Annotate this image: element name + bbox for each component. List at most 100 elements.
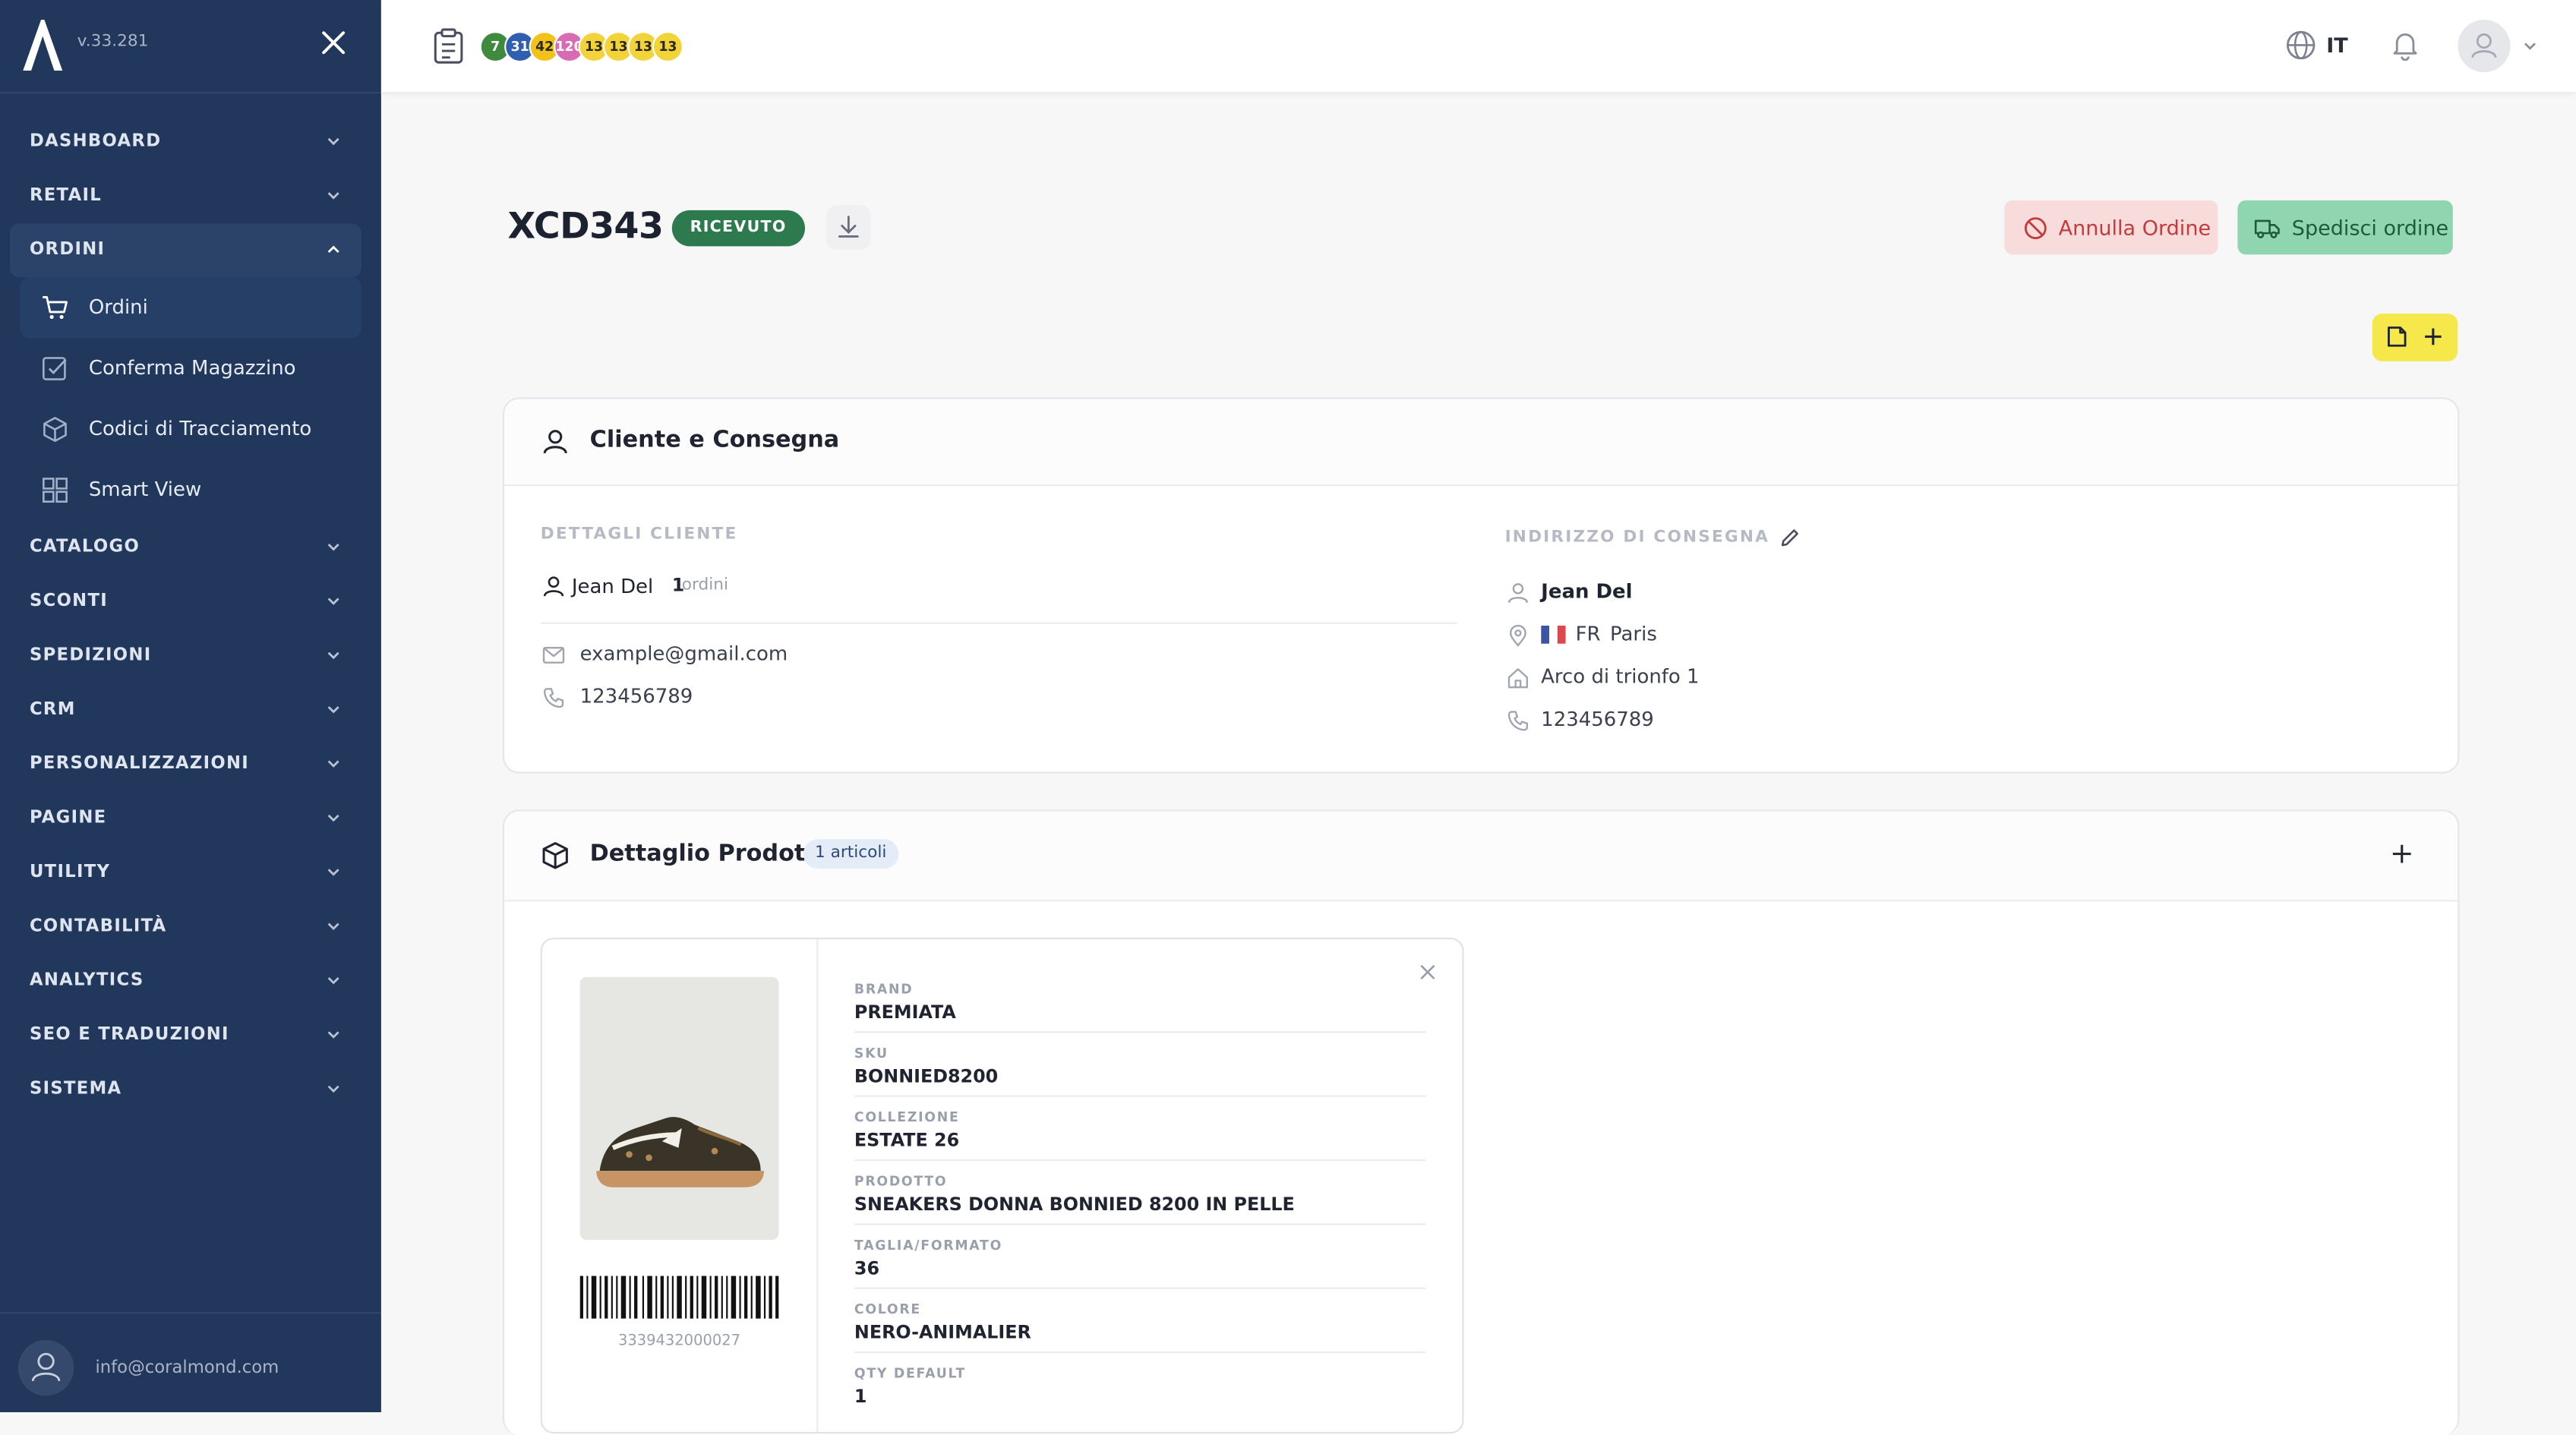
user-menu-avatar[interactable] (2458, 19, 2511, 73)
user-icon (1507, 583, 1528, 604)
product-field-value: ESTATE 26 (854, 1130, 960, 1152)
plus-icon (2425, 328, 2442, 345)
nav-section-label: RETAIL (29, 185, 102, 206)
close-sidebar-icon[interactable] (319, 28, 349, 58)
card-header: Cliente e Consegna (504, 399, 2458, 487)
chevron-down-icon (327, 598, 339, 605)
chevron-down-icon (327, 543, 339, 551)
chevron-down-icon (327, 760, 339, 768)
card-header: Dettaglio Prodotti (504, 811, 2458, 902)
nav-section-label: PERSONALIZZAZIONI (29, 753, 250, 774)
chevron-down-icon (327, 137, 339, 146)
ship-order-label: Spedisci ordine (2291, 215, 2449, 240)
delivery-country: FR (1575, 622, 1601, 645)
sidebar-nav: DASHBOARD RETAIL ORDINI Ordini Conferma … (0, 115, 381, 1116)
app-version: v.33.281 (77, 33, 149, 52)
product-image[interactable] (579, 976, 779, 1240)
divider (854, 1159, 1426, 1162)
nav-section-item[interactable]: SISTEMA (10, 1062, 361, 1116)
nav-section-label: PAGINE (29, 808, 107, 828)
pencil-icon[interactable] (1779, 527, 1801, 548)
nav-section-item[interactable]: CRM (10, 683, 361, 737)
user-email: info@coralmond.com (95, 1358, 279, 1378)
sneaker-image (579, 976, 779, 1240)
cancel-order-button[interactable]: Annulla Ordine (2004, 200, 2218, 255)
count-badge[interactable]: 13 (652, 31, 683, 63)
nav-section-item[interactable]: UTILITY (10, 846, 361, 900)
chevron-down-icon[interactable] (2522, 38, 2539, 55)
nav-section-label: UTILITY (29, 862, 111, 882)
nav-section-item[interactable]: SEO E TRADUZIONI (10, 1008, 361, 1062)
sidebar-item-smart-view[interactable]: Smart View (20, 460, 361, 521)
user-icon (31, 1352, 61, 1382)
nav-section-item[interactable]: PERSONALIZZAZIONI (10, 737, 361, 791)
nav-section-item[interactable]: ANALYTICS (10, 954, 361, 1008)
add-note-button[interactable] (2372, 314, 2458, 361)
sidebar-item-label: Smart View (88, 478, 202, 501)
mail-icon (542, 647, 565, 664)
sidebar: v.33.281 DASHBOARD RETAIL ORDINI Ordini … (0, 0, 381, 1414)
nav-section-retail[interactable]: RETAIL (10, 169, 361, 223)
product-field-key: PRODOTTO (854, 1174, 948, 1189)
divider (854, 1351, 1426, 1354)
plus-icon[interactable] (2391, 843, 2413, 866)
product-field-value: SNEAKERS DONNA BONNIED 8200 IN PELLE (854, 1194, 1295, 1216)
nav-section-item[interactable]: CONTABILITÀ (10, 900, 361, 954)
nav-section-item[interactable]: PAGINE (10, 791, 361, 845)
sidebar-item-codici-tracciamento[interactable]: Codici di Tracciamento (20, 399, 361, 460)
chevron-down-icon (327, 706, 339, 714)
phone-icon (1507, 711, 1528, 731)
products-count-badge: 1 articoli (803, 839, 898, 869)
sidebar-item-conferma-magazzino[interactable]: Conferma Magazzino (20, 339, 361, 399)
location-pin-icon (1509, 624, 1526, 647)
delivery-address: Arco di trionfo 1 (1541, 664, 1700, 689)
box-icon (43, 417, 67, 443)
nav-section-label: CRM (29, 699, 76, 720)
app-logo[interactable] (20, 17, 66, 73)
ship-order-button[interactable]: Spedisci ordine (2237, 200, 2453, 255)
grid-icon (43, 478, 68, 503)
chevron-down-icon (327, 1085, 339, 1093)
sidebar-item-label: Codici di Tracciamento (88, 417, 312, 440)
close-icon[interactable] (1418, 962, 1438, 982)
bell-icon[interactable] (2388, 28, 2421, 62)
product-field: COLLEZIONE ESTATE 26 (854, 1110, 1426, 1162)
divider (854, 1223, 1426, 1225)
customer-details-label: DETTAGLI CLIENTE (540, 525, 738, 544)
product-field-value: 1 (854, 1386, 867, 1408)
product-field: TAGLIA/FORMATO 36 (854, 1238, 1426, 1289)
language-code: IT (2326, 33, 2348, 58)
barcode-number: 3339432000027 (617, 1333, 741, 1350)
nav-section-label: CATALOGO (29, 537, 140, 557)
download-button[interactable] (826, 205, 871, 250)
nav-section-label: CONTABILITÀ (29, 916, 167, 936)
customer-email: example@gmail.com (579, 642, 788, 665)
nav-section-item[interactable]: SCONTI (10, 575, 361, 629)
user-icon (2471, 33, 2497, 58)
sidebar-footer: info@coralmond.com (0, 1312, 381, 1414)
sidebar-item-ordini[interactable]: Ordini (19, 277, 361, 339)
divider (854, 1287, 1426, 1289)
divider (540, 622, 1457, 624)
nav-section-item[interactable]: SPEDIZIONI (10, 629, 361, 683)
nav-section-dashboard[interactable]: DASHBOARD (10, 115, 361, 169)
customer-name-link[interactable]: Jean Del (572, 575, 653, 598)
globe-icon (2286, 30, 2316, 60)
ban-icon (2024, 217, 2047, 240)
delivery-name: Jean Del (1541, 579, 1633, 603)
barcode-image (579, 1276, 779, 1319)
nav-section-item[interactable]: CATALOGO (10, 521, 361, 575)
chevron-down-icon (327, 1031, 339, 1039)
product-field: COLORE NERO-ANIMALIER (854, 1302, 1426, 1354)
delivery-address-label: INDIRIZZO DI CONSEGNA (1504, 528, 1770, 547)
clipboard-icon[interactable] (432, 28, 465, 65)
nav-section-ordini[interactable]: ORDINI (9, 223, 361, 278)
order-code: XCD343 (507, 207, 664, 248)
home-icon (1507, 668, 1528, 689)
nav-section-label: SCONTI (29, 591, 109, 611)
box-icon (542, 842, 568, 869)
product-field-value: PREMIATA (854, 1001, 956, 1023)
sidebar-header: v.33.281 (0, 0, 381, 94)
user-avatar[interactable] (17, 1339, 74, 1396)
product-field: SKU BONNIED8200 (854, 1046, 1426, 1097)
